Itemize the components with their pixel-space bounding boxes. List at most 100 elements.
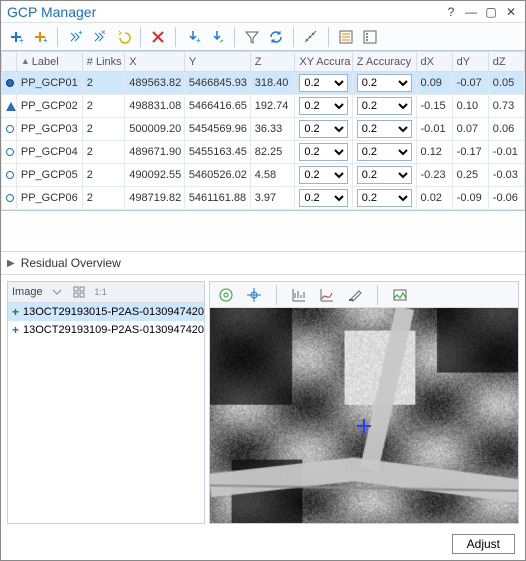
help-icon[interactable]: ? bbox=[443, 5, 459, 19]
col-label[interactable]: ▲Label bbox=[16, 52, 82, 72]
image-panel-header: Image 1:1 bbox=[8, 282, 204, 303]
gcp-table: ▲Label # Links X Y Z XY Accura Z Accurac… bbox=[1, 51, 525, 210]
row-label: PP_GCP02 bbox=[16, 95, 82, 118]
minimize-icon[interactable]: — bbox=[463, 5, 479, 19]
z-accuracy-select[interactable]: 0.2 bbox=[357, 74, 412, 92]
row-shape bbox=[2, 72, 17, 95]
row-label: PP_GCP03 bbox=[16, 118, 82, 141]
col-dx[interactable]: dX bbox=[416, 52, 452, 72]
crosshair-icon[interactable] bbox=[244, 285, 264, 305]
z-accuracy-select[interactable]: 0.2 bbox=[357, 97, 412, 115]
grid-icon[interactable] bbox=[71, 284, 87, 300]
col-z[interactable]: Z bbox=[250, 52, 295, 72]
table-header-row: ▲Label # Links X Y Z XY Accura Z Accurac… bbox=[2, 52, 525, 72]
z-accuracy-select[interactable]: 0.2 bbox=[357, 120, 412, 138]
row-z-accuracy[interactable]: 0.2 bbox=[352, 118, 416, 141]
residual-section-header[interactable]: ▶ Residual Overview bbox=[1, 251, 525, 275]
row-dx: -0.01 bbox=[416, 118, 452, 141]
row-xy-accuracy[interactable]: 0.2 bbox=[295, 95, 352, 118]
filter-icon[interactable] bbox=[241, 26, 263, 48]
auto-add-icon[interactable]: + bbox=[64, 26, 86, 48]
row-y: 5454569.96 bbox=[184, 118, 250, 141]
table-row[interactable]: PP_GCP062498719.825461161.883.970.20.20.… bbox=[2, 187, 525, 210]
close-icon[interactable]: ✕ bbox=[503, 5, 519, 19]
brush-icon[interactable] bbox=[345, 285, 365, 305]
undo-icon[interactable] bbox=[112, 26, 134, 48]
export-icon[interactable] bbox=[206, 26, 228, 48]
row-x: 500009.20 bbox=[125, 118, 185, 141]
table-row[interactable]: PP_GCP032500009.205454569.9636.330.20.2-… bbox=[2, 118, 525, 141]
row-z-accuracy[interactable]: 0.2 bbox=[352, 95, 416, 118]
xy-accuracy-select[interactable]: 0.2 bbox=[299, 74, 347, 92]
row-xy-accuracy[interactable]: 0.2 bbox=[295, 118, 352, 141]
xy-accuracy-select[interactable]: 0.2 bbox=[299, 166, 347, 184]
list-icon[interactable] bbox=[335, 26, 357, 48]
row-links: 2 bbox=[82, 95, 125, 118]
window-title: GCP Manager bbox=[7, 4, 439, 20]
xy-accuracy-select[interactable]: 0.2 bbox=[299, 120, 347, 138]
row-label: PP_GCP05 bbox=[16, 164, 82, 187]
measure-icon[interactable] bbox=[300, 26, 322, 48]
scale-icon[interactable]: 1:1 bbox=[93, 284, 109, 300]
delete-icon[interactable] bbox=[147, 26, 169, 48]
row-x: 489563.82 bbox=[125, 72, 185, 95]
import-icon[interactable]: + bbox=[182, 26, 204, 48]
row-z-accuracy[interactable]: 0.2 bbox=[352, 187, 416, 210]
collapse-icon[interactable] bbox=[49, 284, 65, 300]
col-shape[interactable] bbox=[2, 52, 17, 72]
z-accuracy-select[interactable]: 0.2 bbox=[357, 143, 412, 161]
add-tie-icon[interactable]: + bbox=[29, 26, 51, 48]
z-accuracy-select[interactable]: 0.2 bbox=[357, 189, 412, 207]
separator bbox=[175, 27, 176, 47]
plus-icon: + bbox=[12, 305, 19, 319]
col-y[interactable]: Y bbox=[184, 52, 250, 72]
row-z-accuracy[interactable]: 0.2 bbox=[352, 141, 416, 164]
image-list-item[interactable]: +13OCT29193109-P2AS-0130947420 bbox=[8, 321, 204, 339]
svg-text:+: + bbox=[196, 36, 201, 45]
col-links[interactable]: # Links bbox=[82, 52, 125, 72]
xy-accuracy-select[interactable]: 0.2 bbox=[299, 189, 347, 207]
row-z-accuracy[interactable]: 0.2 bbox=[352, 72, 416, 95]
maximize-icon[interactable]: ▢ bbox=[483, 5, 499, 19]
svg-text:+: + bbox=[43, 36, 48, 45]
col-z-accuracy[interactable]: Z Accuracy bbox=[352, 52, 416, 72]
xy-accuracy-select[interactable]: 0.2 bbox=[299, 143, 347, 161]
table-row[interactable]: PP_GCP042489671.905455163.4582.250.20.20… bbox=[2, 141, 525, 164]
row-shape bbox=[2, 118, 17, 141]
chevron-right-icon[interactable]: ▶ bbox=[7, 258, 15, 269]
col-x[interactable]: X bbox=[125, 52, 185, 72]
table-row[interactable]: PP_GCP052490092.555460526.024.580.20.2-0… bbox=[2, 164, 525, 187]
col-dy[interactable]: dY bbox=[452, 52, 488, 72]
options-icon[interactable] bbox=[359, 26, 381, 48]
row-z-accuracy[interactable]: 0.2 bbox=[352, 164, 416, 187]
picture-icon[interactable] bbox=[390, 285, 410, 305]
xy-accuracy-select[interactable]: 0.2 bbox=[299, 97, 347, 115]
z-accuracy-select[interactable]: 0.2 bbox=[357, 166, 412, 184]
row-links: 2 bbox=[82, 164, 125, 187]
col-xy-accuracy[interactable]: XY Accura bbox=[295, 52, 352, 72]
separator bbox=[293, 27, 294, 47]
row-xy-accuracy[interactable]: 0.2 bbox=[295, 72, 352, 95]
table-row[interactable]: PP_GCP022498831.085466416.65192.740.20.2… bbox=[2, 95, 525, 118]
adjust-button[interactable]: Adjust bbox=[452, 534, 515, 554]
add-gcp-icon[interactable]: + bbox=[5, 26, 27, 48]
col-dz[interactable]: dZ bbox=[488, 52, 524, 72]
image-viewport[interactable] bbox=[210, 308, 518, 523]
image-list-item[interactable]: +13OCT29193015-P2AS-0130947420 bbox=[8, 303, 204, 321]
refresh-icon[interactable] bbox=[265, 26, 287, 48]
table-row[interactable]: PP_GCP012489563.825466845.93318.400.20.2… bbox=[2, 72, 525, 95]
gcp-manager-window: GCP Manager ? — ▢ ✕ + + + × + bbox=[0, 0, 526, 561]
row-z: 4.58 bbox=[250, 164, 295, 187]
row-x: 498831.08 bbox=[125, 95, 185, 118]
separator bbox=[328, 27, 329, 47]
row-z: 82.25 bbox=[250, 141, 295, 164]
curve-icon[interactable] bbox=[317, 285, 337, 305]
svg-text:+: + bbox=[19, 36, 24, 45]
row-xy-accuracy[interactable]: 0.2 bbox=[295, 187, 352, 210]
auto-remove-icon[interactable]: × bbox=[88, 26, 110, 48]
row-xy-accuracy[interactable]: 0.2 bbox=[295, 141, 352, 164]
image-list-panel: Image 1:1 +13OCT29193015-P2AS-0130947420… bbox=[7, 281, 205, 524]
row-xy-accuracy[interactable]: 0.2 bbox=[295, 164, 352, 187]
target-icon[interactable] bbox=[216, 285, 236, 305]
chart-icon[interactable] bbox=[289, 285, 309, 305]
